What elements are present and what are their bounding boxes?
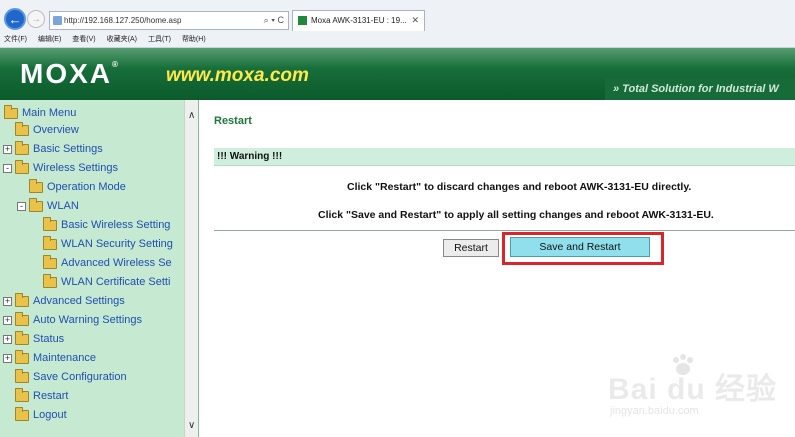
highlight-box (502, 232, 664, 265)
browser-tab[interactable]: Moxa AWK-3131-EU : 19... ✕ (292, 10, 425, 31)
address-text: http://192.168.127.250/home.asp (64, 16, 182, 25)
moxa-logo: MOXA® (20, 58, 120, 89)
back-button[interactable]: ← (4, 8, 26, 30)
expander-plus-icon[interactable]: + (3, 354, 12, 363)
nav-overview[interactable]: Overview (15, 121, 79, 139)
site-url: www.moxa.com (166, 65, 309, 86)
folder-icon (43, 216, 57, 231)
nav-wlan-certificate-setting[interactable]: WLAN Certificate Setti (43, 273, 170, 291)
menu-view[interactable]: 查看(V) (72, 34, 95, 44)
warning-bar: !!! Warning !!! (214, 148, 795, 166)
folder-open-icon (29, 197, 43, 212)
nav-basic-wireless-setting[interactable]: Basic Wireless Setting (43, 216, 170, 234)
nav-save-configuration[interactable]: Save Configuration (15, 368, 127, 386)
nav-maintenance[interactable]: Maintenance (15, 349, 96, 367)
nav-auto-warning-settings[interactable]: Auto Warning Settings (15, 311, 142, 329)
folder-icon (15, 140, 29, 155)
folder-icon (15, 330, 29, 345)
nav-restart[interactable]: Restart (15, 387, 68, 405)
browser-chrome: ← → http://192.168.127.250/home.asp ⌕ ▾ … (0, 0, 795, 48)
banner-tagline: » Total Solution for Industrial W (605, 78, 795, 100)
folder-icon (15, 368, 29, 383)
folder-icon (15, 311, 29, 326)
watermark-logo: Bai du 经验 (608, 373, 778, 406)
page-title: Restart (214, 115, 252, 127)
nav-wlan[interactable]: WLAN (29, 197, 79, 215)
baidu-watermark: Bai du 经验 jingyan.baidu.com (588, 352, 778, 427)
folder-icon (15, 292, 29, 307)
nav-main-menu[interactable]: Main Menu (4, 104, 76, 122)
folder-icon (4, 104, 18, 119)
menu-favorites[interactable]: 收藏夹(A) (107, 34, 137, 44)
nav-wireless-settings[interactable]: Wireless Settings (15, 159, 118, 177)
address-bar[interactable]: http://192.168.127.250/home.asp ⌕ ▾ C (49, 11, 289, 30)
menu-scrollbar[interactable]: ∧ ∨ (184, 100, 198, 437)
folder-open-icon (15, 159, 29, 174)
nav-advanced-settings[interactable]: Advanced Settings (15, 292, 125, 310)
warning-text: !!! Warning !!! (217, 151, 283, 162)
expander-plus-icon[interactable]: + (3, 297, 12, 306)
folder-icon (43, 254, 57, 269)
expander-plus-icon[interactable]: + (3, 316, 12, 325)
expander-plus-icon[interactable]: + (3, 145, 12, 154)
menu-help[interactable]: 帮助(H) (182, 34, 206, 44)
nav-advanced-wireless-setting[interactable]: Advanced Wireless Se (43, 254, 172, 272)
expander-minus-icon[interactable]: - (17, 202, 26, 211)
moxa-tab-icon (298, 16, 307, 25)
nav-basic-settings[interactable]: Basic Settings (15, 140, 103, 158)
expander-plus-icon[interactable]: + (3, 335, 12, 344)
folder-icon (15, 406, 29, 421)
folder-icon (43, 273, 57, 288)
page-icon (53, 16, 62, 25)
folder-icon (15, 387, 29, 402)
nav-wlan-security-setting[interactable]: WLAN Security Setting (43, 235, 173, 253)
menu-file[interactable]: 文件(F) (4, 34, 27, 44)
chevron-down-icon[interactable]: ∨ (188, 420, 195, 431)
left-nav-menu: Main Menu Overview Basic Settings Wirele… (0, 100, 199, 437)
arrow-left-icon: ← (8, 11, 22, 27)
moxa-banner: MOXA® www.moxa.com » Total Solution for … (0, 48, 795, 100)
nav-logout[interactable]: Logout (15, 406, 67, 424)
arrow-right-icon: → (31, 13, 41, 25)
chevron-up-icon[interactable]: ∧ (188, 110, 195, 121)
menu-edit[interactable]: 编辑(E) (38, 34, 61, 44)
forward-button[interactable]: → (27, 10, 45, 28)
browser-menubar: 文件(F) 编辑(E) 查看(V) 收藏夹(A) 工具(T) 帮助(H) (4, 34, 206, 44)
expander-minus-icon[interactable]: - (3, 164, 12, 173)
watermark-url: jingyan.baidu.com (610, 405, 699, 417)
folder-icon (15, 349, 29, 364)
nav-operation-mode[interactable]: Operation Mode (29, 178, 126, 196)
nav-status[interactable]: Status (15, 330, 64, 348)
restart-instruction: Click "Restart" to discard changes and r… (347, 181, 692, 193)
restart-button[interactable]: Restart (443, 239, 499, 257)
folder-icon (15, 121, 29, 136)
divider (214, 230, 795, 231)
menu-tools[interactable]: 工具(T) (148, 34, 171, 44)
folder-icon (43, 235, 57, 250)
tab-close-icon[interactable]: ✕ (411, 11, 419, 30)
address-controls[interactable]: ⌕ ▾ C (264, 12, 284, 29)
save-restart-instruction: Click "Save and Restart" to apply all se… (318, 209, 714, 221)
folder-icon (29, 178, 43, 193)
tab-title: Moxa AWK-3131-EU : 19... (311, 16, 407, 25)
